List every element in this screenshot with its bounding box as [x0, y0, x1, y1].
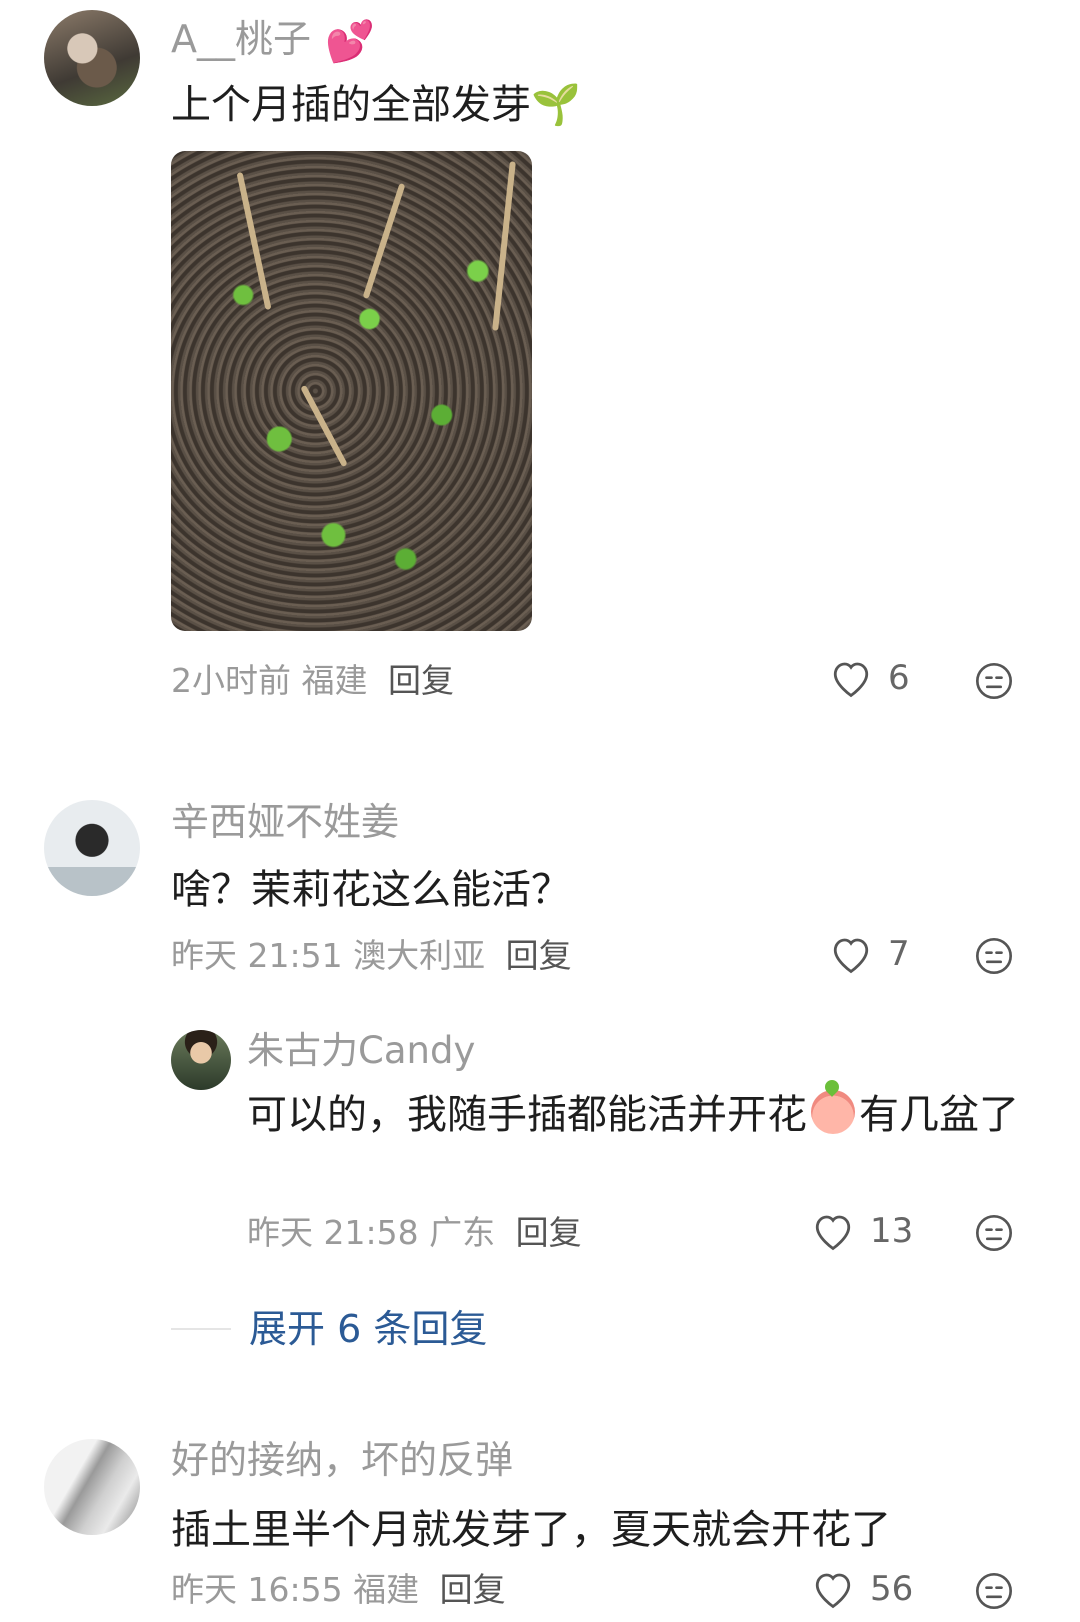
avatar[interactable] [44, 1439, 140, 1535]
reply-meta: 昨天 21:58 广东 回复 [247, 1216, 582, 1249]
reply-button[interactable]: 回复 [388, 661, 454, 700]
like-count: 56 [870, 1569, 914, 1609]
divider [171, 1328, 231, 1330]
heart-icon[interactable] [812, 1211, 854, 1251]
reply-location: 广东 [429, 1213, 496, 1252]
like-button[interactable]: 6 [830, 658, 910, 698]
comment-username[interactable]: 辛西娅不姓姜 [171, 803, 399, 841]
comment-text: 上个月插的全部发芽 [171, 82, 531, 128]
reply-avatar[interactable] [171, 1030, 231, 1090]
reply-username[interactable]: 朱古力Candy [247, 1032, 475, 1069]
reply-content: 可以的，我随手插都能活并开花 有几盆了 [247, 1088, 1027, 1142]
like-button[interactable]: 7 [830, 934, 910, 974]
like-button[interactable]: 56 [812, 1569, 913, 1609]
heart-icon[interactable] [830, 658, 872, 698]
expand-replies-label[interactable]: 展开 6 条回复 [249, 1310, 487, 1348]
reply-button[interactable]: 回复 [516, 1213, 582, 1252]
comment-meta: 昨天 16:55 福建 回复 [171, 1573, 506, 1606]
dislike-face-icon[interactable] [974, 1213, 1014, 1253]
comment-username[interactable]: A__桃子 💕 [171, 20, 375, 62]
comment-meta: 昨天 21:51 澳大利亚 回复 [171, 939, 572, 972]
heart-icon[interactable] [812, 1569, 854, 1609]
comment-meta: 2小时前 福建 回复 [171, 664, 454, 697]
comment-content: 啥？茉莉花这么能活？ [171, 867, 571, 913]
like-button[interactable]: 13 [812, 1211, 913, 1251]
comment-location: 福建 [301, 661, 368, 700]
heart-badge-icon: 💕 [325, 18, 375, 65]
dislike-face-icon[interactable] [974, 1571, 1014, 1611]
comment-location: 福建 [353, 1570, 420, 1609]
expand-replies-button[interactable]: 展开 6 条回复 [171, 1310, 487, 1348]
reply-button[interactable]: 回复 [440, 1570, 506, 1609]
dislike-face-icon[interactable] [974, 936, 1014, 976]
comment-image[interactable] [171, 151, 532, 631]
comment-time: 昨天 21:51 [171, 936, 343, 975]
comment-content: 上个月插的全部发芽🌱 [171, 78, 581, 132]
like-count: 6 [888, 658, 910, 698]
reply-text-continued: 有几盆了 [859, 1092, 1019, 1138]
comment-content: 插土里半个月就发芽了，夏天就会开花了 [171, 1507, 891, 1553]
avatar[interactable] [44, 800, 140, 896]
like-count: 7 [888, 934, 910, 974]
reply-button[interactable]: 回复 [506, 936, 572, 975]
reply-text: 可以的，我随手插都能活并开花 [247, 1092, 807, 1138]
heart-icon[interactable] [830, 934, 872, 974]
sprout-emoji-icon: 🌱 [531, 82, 581, 128]
crying-emoji-icon [811, 1090, 855, 1134]
comment-location: 澳大利亚 [353, 936, 486, 975]
dislike-face-icon[interactable] [974, 661, 1014, 701]
like-count: 13 [870, 1211, 914, 1251]
reply-time: 昨天 21:58 [247, 1213, 419, 1252]
username-text[interactable]: A__桃子 [171, 17, 311, 61]
comment-time: 昨天 16:55 [171, 1570, 343, 1609]
comment-time: 2小时前 [171, 661, 291, 700]
avatar[interactable] [44, 10, 140, 106]
comment-username[interactable]: 好的接纳，坏的反弹 [171, 1441, 513, 1479]
